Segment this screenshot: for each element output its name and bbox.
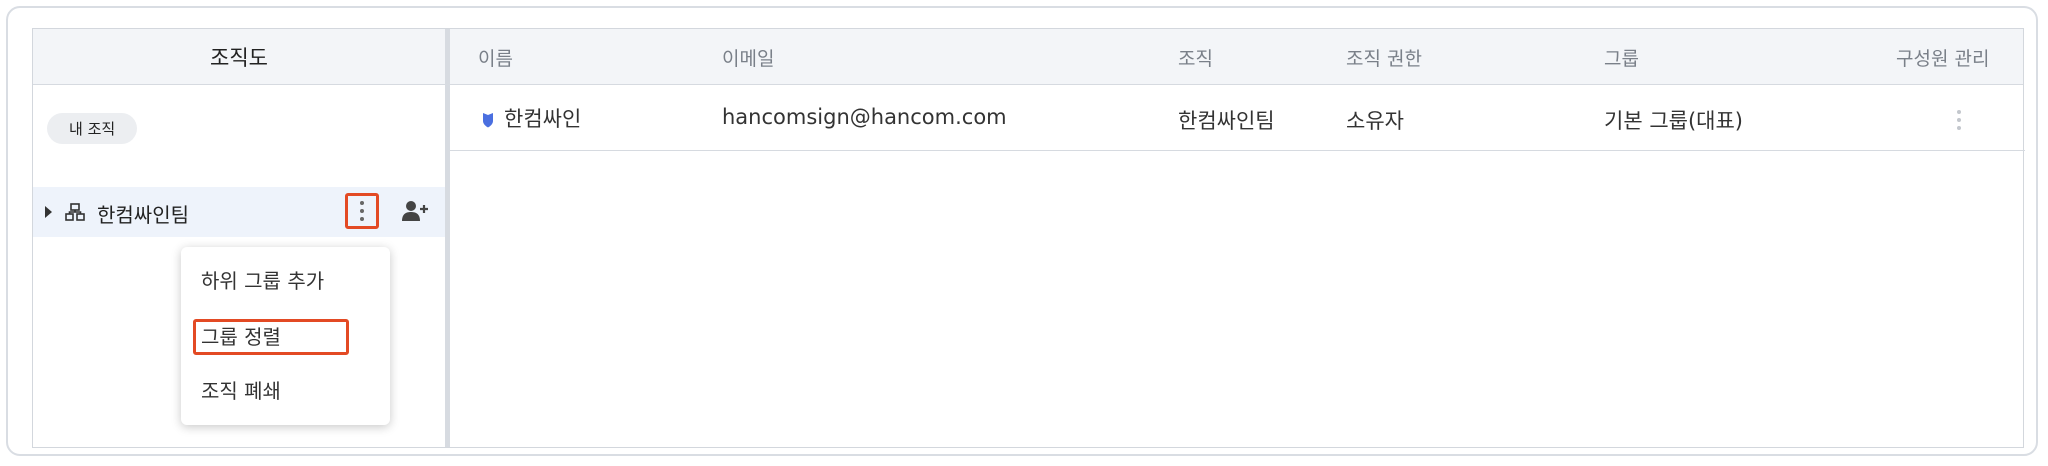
column-header-email: 이메일 xyxy=(722,48,775,70)
shield-icon xyxy=(483,113,493,128)
menu-item-add-subgroup[interactable]: 하위 그룹 추가 xyxy=(201,265,324,294)
org-management-panel: 조직도 내 조직 한컴싸인팀 하위 그룹 추가 그룹 정렬 조직 폐쇄 이름 이… xyxy=(32,28,2025,448)
kebab-icon xyxy=(360,201,364,221)
column-header-group: 그룹 xyxy=(1604,48,1639,70)
member-org: 한컴싸인팀 xyxy=(1178,109,1275,133)
members-table: 이름 이메일 조직 조직 권한 그룹 구성원 관리 한컴싸인 hancomsig… xyxy=(450,29,2025,447)
add-user-icon[interactable] xyxy=(401,200,429,222)
menu-item-close-org[interactable]: 조직 폐쇄 xyxy=(201,375,281,404)
table-header: 이름 이메일 조직 조직 권한 그룹 구성원 관리 xyxy=(450,29,2023,85)
table-row[interactable]: 한컴싸인 hancomsign@hancom.com 한컴싸인팀 소유자 기본 … xyxy=(450,85,2025,151)
column-header-name: 이름 xyxy=(478,48,513,70)
member-more-button[interactable] xyxy=(1957,110,1961,130)
caret-right-icon[interactable] xyxy=(45,206,52,218)
menu-item-sort-groups[interactable]: 그룹 정렬 xyxy=(201,321,281,350)
member-group: 기본 그룹(대표) xyxy=(1604,109,1743,133)
my-org-button[interactable]: 내 조직 xyxy=(47,113,138,144)
tree-item-more-button[interactable] xyxy=(345,193,379,229)
org-chart-panel: 조직도 내 조직 한컴싸인팀 하위 그룹 추가 그룹 정렬 조직 폐쇄 xyxy=(33,29,450,447)
tree-item-label: 한컴싸인팀 xyxy=(97,203,189,227)
tree-context-menu: 하위 그룹 추가 그룹 정렬 조직 폐쇄 xyxy=(181,247,390,425)
member-email: hancomsign@hancom.com xyxy=(722,105,1007,129)
tree-item-hancomsign-team[interactable]: 한컴싸인팀 xyxy=(33,187,445,237)
org-chart-title: 조직도 xyxy=(33,29,445,85)
member-name: 한컴싸인 xyxy=(504,107,582,131)
column-header-org: 조직 xyxy=(1178,48,1213,70)
column-header-manage: 구성원 관리 xyxy=(1896,48,1990,70)
org-chart-icon xyxy=(65,203,85,221)
column-header-permission: 조직 권한 xyxy=(1346,48,1422,70)
member-permission: 소유자 xyxy=(1346,109,1404,133)
